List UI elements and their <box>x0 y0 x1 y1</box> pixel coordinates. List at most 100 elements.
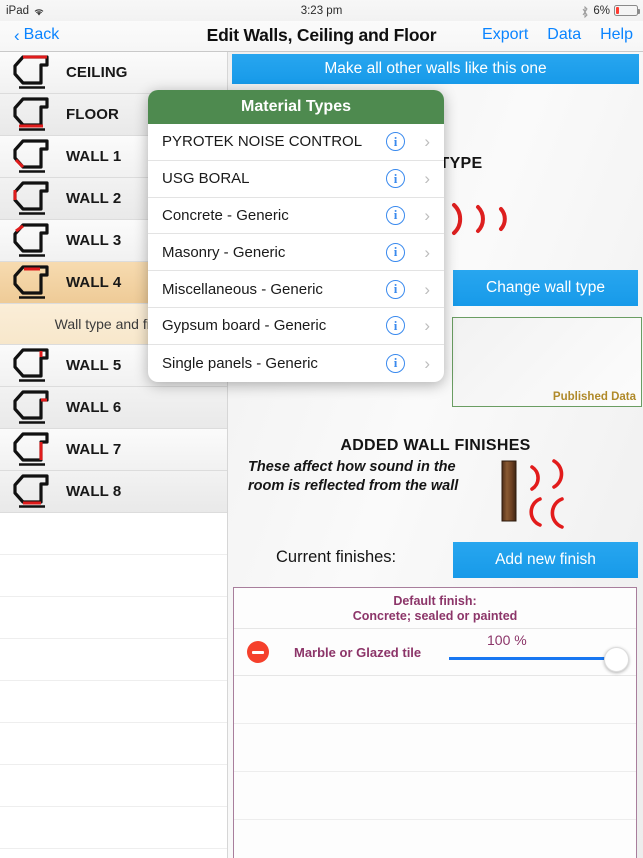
material-type-label: Gypsum board - Generic <box>162 317 327 335</box>
status-bar-right: 6% <box>581 4 640 18</box>
info-icon[interactable]: i <box>386 205 405 225</box>
make-all-walls-button[interactable]: Make all other walls like this one <box>232 54 639 84</box>
add-new-finish-label: Add new finish <box>495 551 596 568</box>
room-plan-wall2-icon <box>10 180 58 218</box>
finish-percent-slider[interactable]: 100 % <box>449 629 634 677</box>
sidebar-empty-row <box>0 807 227 849</box>
popup-title: Material Types <box>148 90 444 124</box>
slider-track <box>449 657 619 660</box>
add-new-finish-button[interactable]: Add new finish <box>453 542 638 578</box>
material-type-item[interactable]: USG BORAL i › <box>148 161 444 198</box>
sidebar-item-label: FLOOR <box>66 106 119 123</box>
nav-actions: Export Data Help <box>482 26 633 44</box>
current-finishes-label: Current finishes: <box>276 548 397 566</box>
material-type-item[interactable]: PYROTEK NOISE CONTROL i › <box>148 124 444 161</box>
battery-icon <box>614 5 640 16</box>
sidebar-empty-row <box>0 639 227 681</box>
material-type-label: Masonry - Generic <box>162 243 286 261</box>
room-plan-ceiling-icon <box>10 54 58 92</box>
finish-empty-row <box>234 772 636 820</box>
info-icon[interactable]: i <box>386 353 405 373</box>
info-icon[interactable]: i <box>386 279 405 299</box>
material-type-label: Concrete - Generic <box>162 206 289 224</box>
room-plan-wall4-icon <box>10 264 58 302</box>
room-plan-wall7-icon <box>10 431 58 469</box>
sidebar-empty-row <box>0 513 227 555</box>
battery-percent-label: 6% <box>593 4 610 17</box>
sidebar-empty-row <box>0 681 227 723</box>
finish-empty-row <box>234 820 636 858</box>
material-type-item[interactable]: Miscellaneous - Generic i › <box>148 271 444 308</box>
room-plan-floor-icon <box>10 96 58 134</box>
chevron-right-icon: › <box>424 242 430 262</box>
sidebar-item-wall-8[interactable]: WALL 8 <box>0 471 227 513</box>
published-data-box: Published Data <box>452 317 642 407</box>
material-type-label: USG BORAL <box>162 170 250 188</box>
chevron-right-icon: › <box>424 353 430 373</box>
chevron-right-icon: › <box>424 205 430 225</box>
info-icon[interactable]: i <box>386 169 405 189</box>
room-plan-wall3-icon <box>10 222 58 260</box>
slider-knob[interactable] <box>604 647 629 672</box>
material-type-label: PYROTEK NOISE CONTROL <box>162 133 363 151</box>
sidebar-empty-row <box>0 765 227 807</box>
navigation-bar: ‹ Back Edit Walls, Ceiling and Floor Exp… <box>0 21 643 52</box>
chevron-right-icon: › <box>424 279 430 299</box>
chevron-right-icon: › <box>424 132 430 152</box>
clock: 3:23 pm <box>300 4 343 17</box>
default-finish-value: Concrete; sealed or painted <box>352 609 518 623</box>
finishes-table: Default finish: Concrete; sealed or pain… <box>233 587 637 858</box>
info-icon[interactable]: i <box>386 316 405 336</box>
bluetooth-icon <box>581 5 589 18</box>
material-type-item[interactable]: Concrete - Generic i › <box>148 198 444 235</box>
material-type-label: Single panels - Generic <box>162 354 318 372</box>
sidebar-empty-row <box>0 723 227 765</box>
published-data-label: Published Data <box>552 391 636 403</box>
sidebar-item-ceiling[interactable]: CEILING <box>0 52 227 94</box>
finish-empty-row <box>234 676 636 724</box>
finishes-note: These affect how sound in the room is re… <box>248 459 459 494</box>
finish-row: Marble or Glazed tile 100 % <box>234 628 636 676</box>
chevron-right-icon: › <box>424 316 430 336</box>
sidebar-item-label: WALL 3 <box>66 232 122 249</box>
sidebar-item-label: CEILING <box>66 64 128 81</box>
sidebar-item-label: WALL 6 <box>66 399 122 416</box>
chevron-right-icon: › <box>424 169 430 189</box>
info-icon[interactable]: i <box>386 132 405 152</box>
sidebar-item-label: WALL 4 <box>66 274 122 291</box>
sidebar-empty-row <box>0 597 227 639</box>
finish-percent-label: 100 % <box>487 632 527 648</box>
sidebar-empty-row <box>0 555 227 597</box>
sidebar-item-label: WALL 1 <box>66 148 122 165</box>
sidebar-item-label: WALL 5 <box>66 357 122 374</box>
info-icon[interactable]: i <box>386 242 405 262</box>
material-type-item[interactable]: Masonry - Generic i › <box>148 234 444 272</box>
material-type-label: Miscellaneous - Generic <box>162 280 323 298</box>
sidebar-item-wall-7[interactable]: WALL 7 <box>0 429 227 471</box>
change-wall-type-button[interactable]: Change wall type <box>453 270 638 306</box>
status-bar: iPad 3:23 pm 6% <box>0 0 643 21</box>
sound-reflected-off-wall-icon <box>496 457 588 539</box>
export-button[interactable]: Export <box>482 26 528 44</box>
finish-empty-row <box>234 724 636 772</box>
material-type-item[interactable]: Gypsum board - Generic i › <box>148 308 444 345</box>
change-wall-type-label: Change wall type <box>486 279 605 296</box>
sidebar-item-label: WALL 2 <box>66 190 122 207</box>
room-plan-wall8-icon <box>10 473 58 511</box>
material-type-item[interactable]: Single panels - Generic i › <box>148 345 444 382</box>
data-button[interactable]: Data <box>547 26 581 44</box>
material-types-popup[interactable]: Material Types PYROTEK NOISE CONTROL i › US… <box>148 90 444 382</box>
room-plan-wall1-icon <box>10 138 58 176</box>
default-finish-block: Default finish: Concrete; sealed or pain… <box>234 588 636 628</box>
finish-name: Marble or Glazed tile <box>294 644 422 660</box>
room-plan-wall6-icon <box>10 389 58 427</box>
default-finish-label: Default finish: <box>393 594 477 608</box>
make-all-walls-label: Make all other walls like this one <box>324 60 547 77</box>
sidebar-item-label: WALL 8 <box>66 483 122 500</box>
added-wall-finishes-heading: ADDED WALL FINISHES <box>340 437 531 454</box>
sidebar-item-wall-6[interactable]: WALL 6 <box>0 387 227 429</box>
room-plan-wall5-icon <box>10 347 58 385</box>
minus-circle-icon[interactable] <box>247 641 269 663</box>
ipad-screen: iPad 3:23 pm 6% ‹ Back Edit Walls, Ceili… <box>0 0 643 858</box>
help-button[interactable]: Help <box>600 26 633 44</box>
